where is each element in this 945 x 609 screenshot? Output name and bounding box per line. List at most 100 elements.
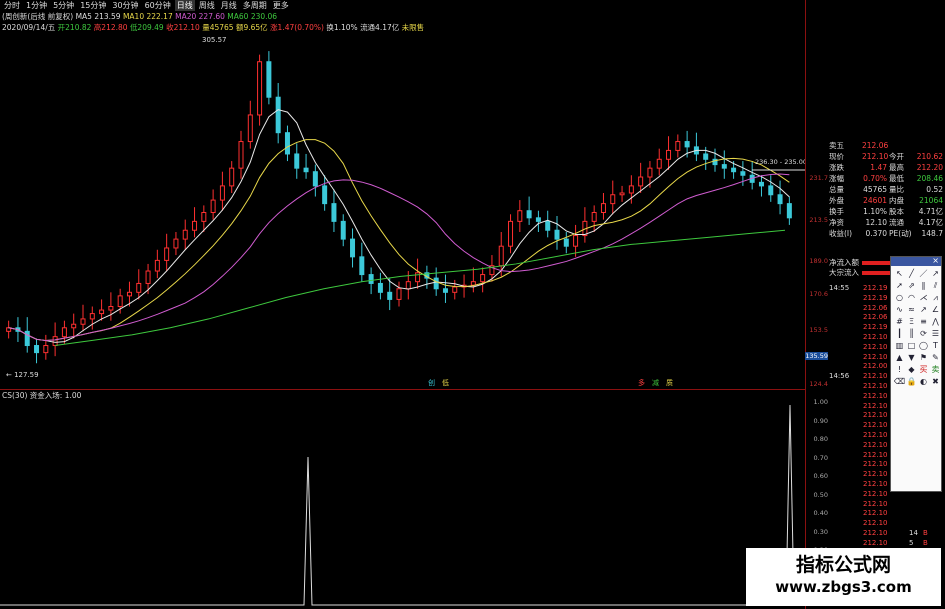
wave2-icon[interactable]: ≈ xyxy=(906,304,917,315)
fan-icon[interactable]: ⋌ xyxy=(918,292,929,303)
turnover-value: 换1.10% xyxy=(326,23,358,32)
sell-icon[interactable]: 卖 xyxy=(930,364,941,375)
candle-body xyxy=(684,141,690,148)
cursor-icon[interactable]: ↖ xyxy=(894,268,905,279)
quote-cell: 212.06 xyxy=(862,141,889,150)
price-axis-label: 135.59 xyxy=(805,352,828,360)
close-icon[interactable]: × xyxy=(932,256,939,266)
candle-body xyxy=(508,220,514,247)
tick-cell: 14 xyxy=(909,529,918,537)
candle-body xyxy=(108,306,114,311)
down-mark-icon[interactable]: ▼ xyxy=(906,352,917,363)
speed-icon[interactable]: ⋀ xyxy=(930,316,941,327)
candle-body xyxy=(610,194,616,205)
fib2-icon[interactable]: ≡ xyxy=(918,316,929,327)
note-icon[interactable]: ✎ xyxy=(930,352,941,363)
tick-cell: 212.10 xyxy=(863,519,888,528)
channel-icon[interactable]: ⫽ xyxy=(930,280,941,291)
candle-body xyxy=(331,203,337,222)
timeframe-tab[interactable]: 月线 xyxy=(219,0,239,11)
up-mark-icon[interactable]: ▲ xyxy=(894,352,905,363)
close-value: 收212.10 xyxy=(166,23,200,32)
eraser-icon[interactable]: ⌫ xyxy=(894,376,905,387)
flow-label: 净流入额 xyxy=(829,258,859,267)
tick-row: 212.10 xyxy=(829,500,945,509)
period2-icon[interactable]: ║ xyxy=(906,328,917,339)
candle-body xyxy=(99,309,105,315)
ellipse-icon[interactable]: ◯ xyxy=(918,340,929,351)
timeframe-tab[interactable]: 分时 xyxy=(2,0,22,11)
alert-icon[interactable]: ! xyxy=(894,364,905,375)
period-icon[interactable]: ┃ xyxy=(894,328,905,339)
timeframe-tab[interactable]: 1分钟 xyxy=(24,0,49,11)
fib-icon[interactable]: Ξ xyxy=(906,316,917,327)
flow-label: 大宗流入 xyxy=(829,268,859,277)
price-axis-label: 213.5 xyxy=(809,216,828,224)
bars-icon[interactable]: ▥ xyxy=(894,340,905,351)
cycle-icon[interactable]: ⟳ xyxy=(918,328,929,339)
ray-icon[interactable]: ↗ xyxy=(930,268,941,279)
pane-divider[interactable] xyxy=(0,389,805,390)
timeframe-tab[interactable]: 5分钟 xyxy=(51,0,76,11)
angle-icon[interactable]: ∠ xyxy=(930,304,941,315)
candle-body xyxy=(303,167,309,173)
gann-icon[interactable]: # xyxy=(894,316,905,327)
wave-icon[interactable]: ∿ xyxy=(894,304,905,315)
arc-icon[interactable]: ◠ xyxy=(906,292,917,303)
circle-icon[interactable]: ○ xyxy=(894,292,905,303)
fund-flow: 净流入额 大宗流入 xyxy=(829,258,894,282)
timeframe-tab[interactable]: 60分钟 xyxy=(143,0,173,11)
indicator-chart[interactable] xyxy=(0,400,805,609)
quote-row: 总量 45765 量比 0.52 xyxy=(829,185,945,195)
candle-body xyxy=(647,167,653,178)
toolbox-titlebar[interactable]: × xyxy=(891,256,941,266)
toolbox-grid: ↖ ╱ ／ ↗ ➚ ⇗ ∥ ⫽ ○ ◠ ⋌ ⩘ ∿ ≈ ↗ ∠ # Ξ ≡ ⋀ ┃ ║ ⟳ ☰ ▥ □ ◯ T ▲ ▼ ⚑ ✎! ◆ 买卖 ⌫ 🔒 ◐ ✖ xyxy=(891,266,941,389)
buy-icon[interactable]: 买 xyxy=(918,364,929,375)
restrict-state: 未限售 xyxy=(401,23,425,32)
candle-body xyxy=(219,185,225,201)
box-icon[interactable]: □ xyxy=(906,340,917,351)
ladder-icon[interactable]: ☰ xyxy=(930,328,941,339)
timeframe-tab[interactable]: 30分钟 xyxy=(110,0,140,11)
ma10-value: MA10 222.17 xyxy=(122,12,173,21)
hide-icon[interactable]: ◐ xyxy=(918,376,929,387)
segment-icon[interactable]: ╱ xyxy=(906,268,917,279)
candle-body xyxy=(387,291,393,300)
zigzag-icon[interactable]: ⩘ xyxy=(930,292,941,303)
delete-icon[interactable]: ✖ xyxy=(930,376,941,387)
pin-icon[interactable]: ◆ xyxy=(906,364,917,375)
drawing-toolbox[interactable]: × ↖ ╱ ／ ↗ ➚ ⇗ ∥ ⫽ ○ ◠ ⋌ ⩘ ∿ ≈ ↗ ∠ # Ξ ≡ ⋀ ┃ ║ ⟳ ☰ ▥ □ ◯ T ▲ ▼ ⚑ ✎! ◆ 买卖 ⌫ 🔒… xyxy=(890,256,942,492)
timeframe-tab[interactable]: 日线 xyxy=(174,0,195,11)
quote-cell: 今开 xyxy=(889,152,904,161)
candle-body xyxy=(52,336,58,347)
flag-icon[interactable]: ⚑ xyxy=(918,352,929,363)
timeframe-tab[interactable]: 周线 xyxy=(197,0,217,11)
tick-cell: 212.19 xyxy=(863,284,888,292)
line-icon[interactable]: ／ xyxy=(918,268,929,279)
trend-icon[interactable]: ↗ xyxy=(918,304,929,315)
parallel-icon[interactable]: ∥ xyxy=(918,280,929,291)
timeframe-tab[interactable]: 15分钟 xyxy=(78,0,108,11)
quote-row: 涨幅 0.70% 最低 208.46 xyxy=(829,174,945,184)
arrow2-icon[interactable]: ⇗ xyxy=(906,280,917,291)
ma20-line xyxy=(8,173,790,342)
price-axis-label: 231.7 xyxy=(809,174,828,182)
lock-icon[interactable]: 🔒 xyxy=(906,376,917,387)
quote-cell: 换手 xyxy=(829,207,844,216)
arrow-icon[interactable]: ➚ xyxy=(894,280,905,291)
price-chart[interactable]: 305.57 ← 127.59 236.30 - 235.00 创低 多减质 xyxy=(0,34,805,389)
candle-body xyxy=(703,153,709,160)
quote-cell: 0.70% xyxy=(863,174,887,183)
quote-cell: 210.62 xyxy=(916,152,943,161)
candle-body xyxy=(80,318,86,325)
ma20-value: MA20 227.60 xyxy=(175,12,225,21)
tick-cell: 212.19 xyxy=(863,323,888,332)
text-icon[interactable]: T xyxy=(930,340,941,351)
tick-row: 212.10 5 B xyxy=(829,539,945,548)
ohlc-info-line: 2020/09/14/五 开210.82 高212.80 低209.49 收21… xyxy=(2,23,802,33)
candle-body xyxy=(786,203,792,219)
timeframe-tab[interactable]: 多周期 xyxy=(241,0,269,11)
timeframe-tab[interactable]: 更多 xyxy=(271,0,291,11)
candle-body xyxy=(173,238,179,249)
candle-body xyxy=(238,141,244,169)
